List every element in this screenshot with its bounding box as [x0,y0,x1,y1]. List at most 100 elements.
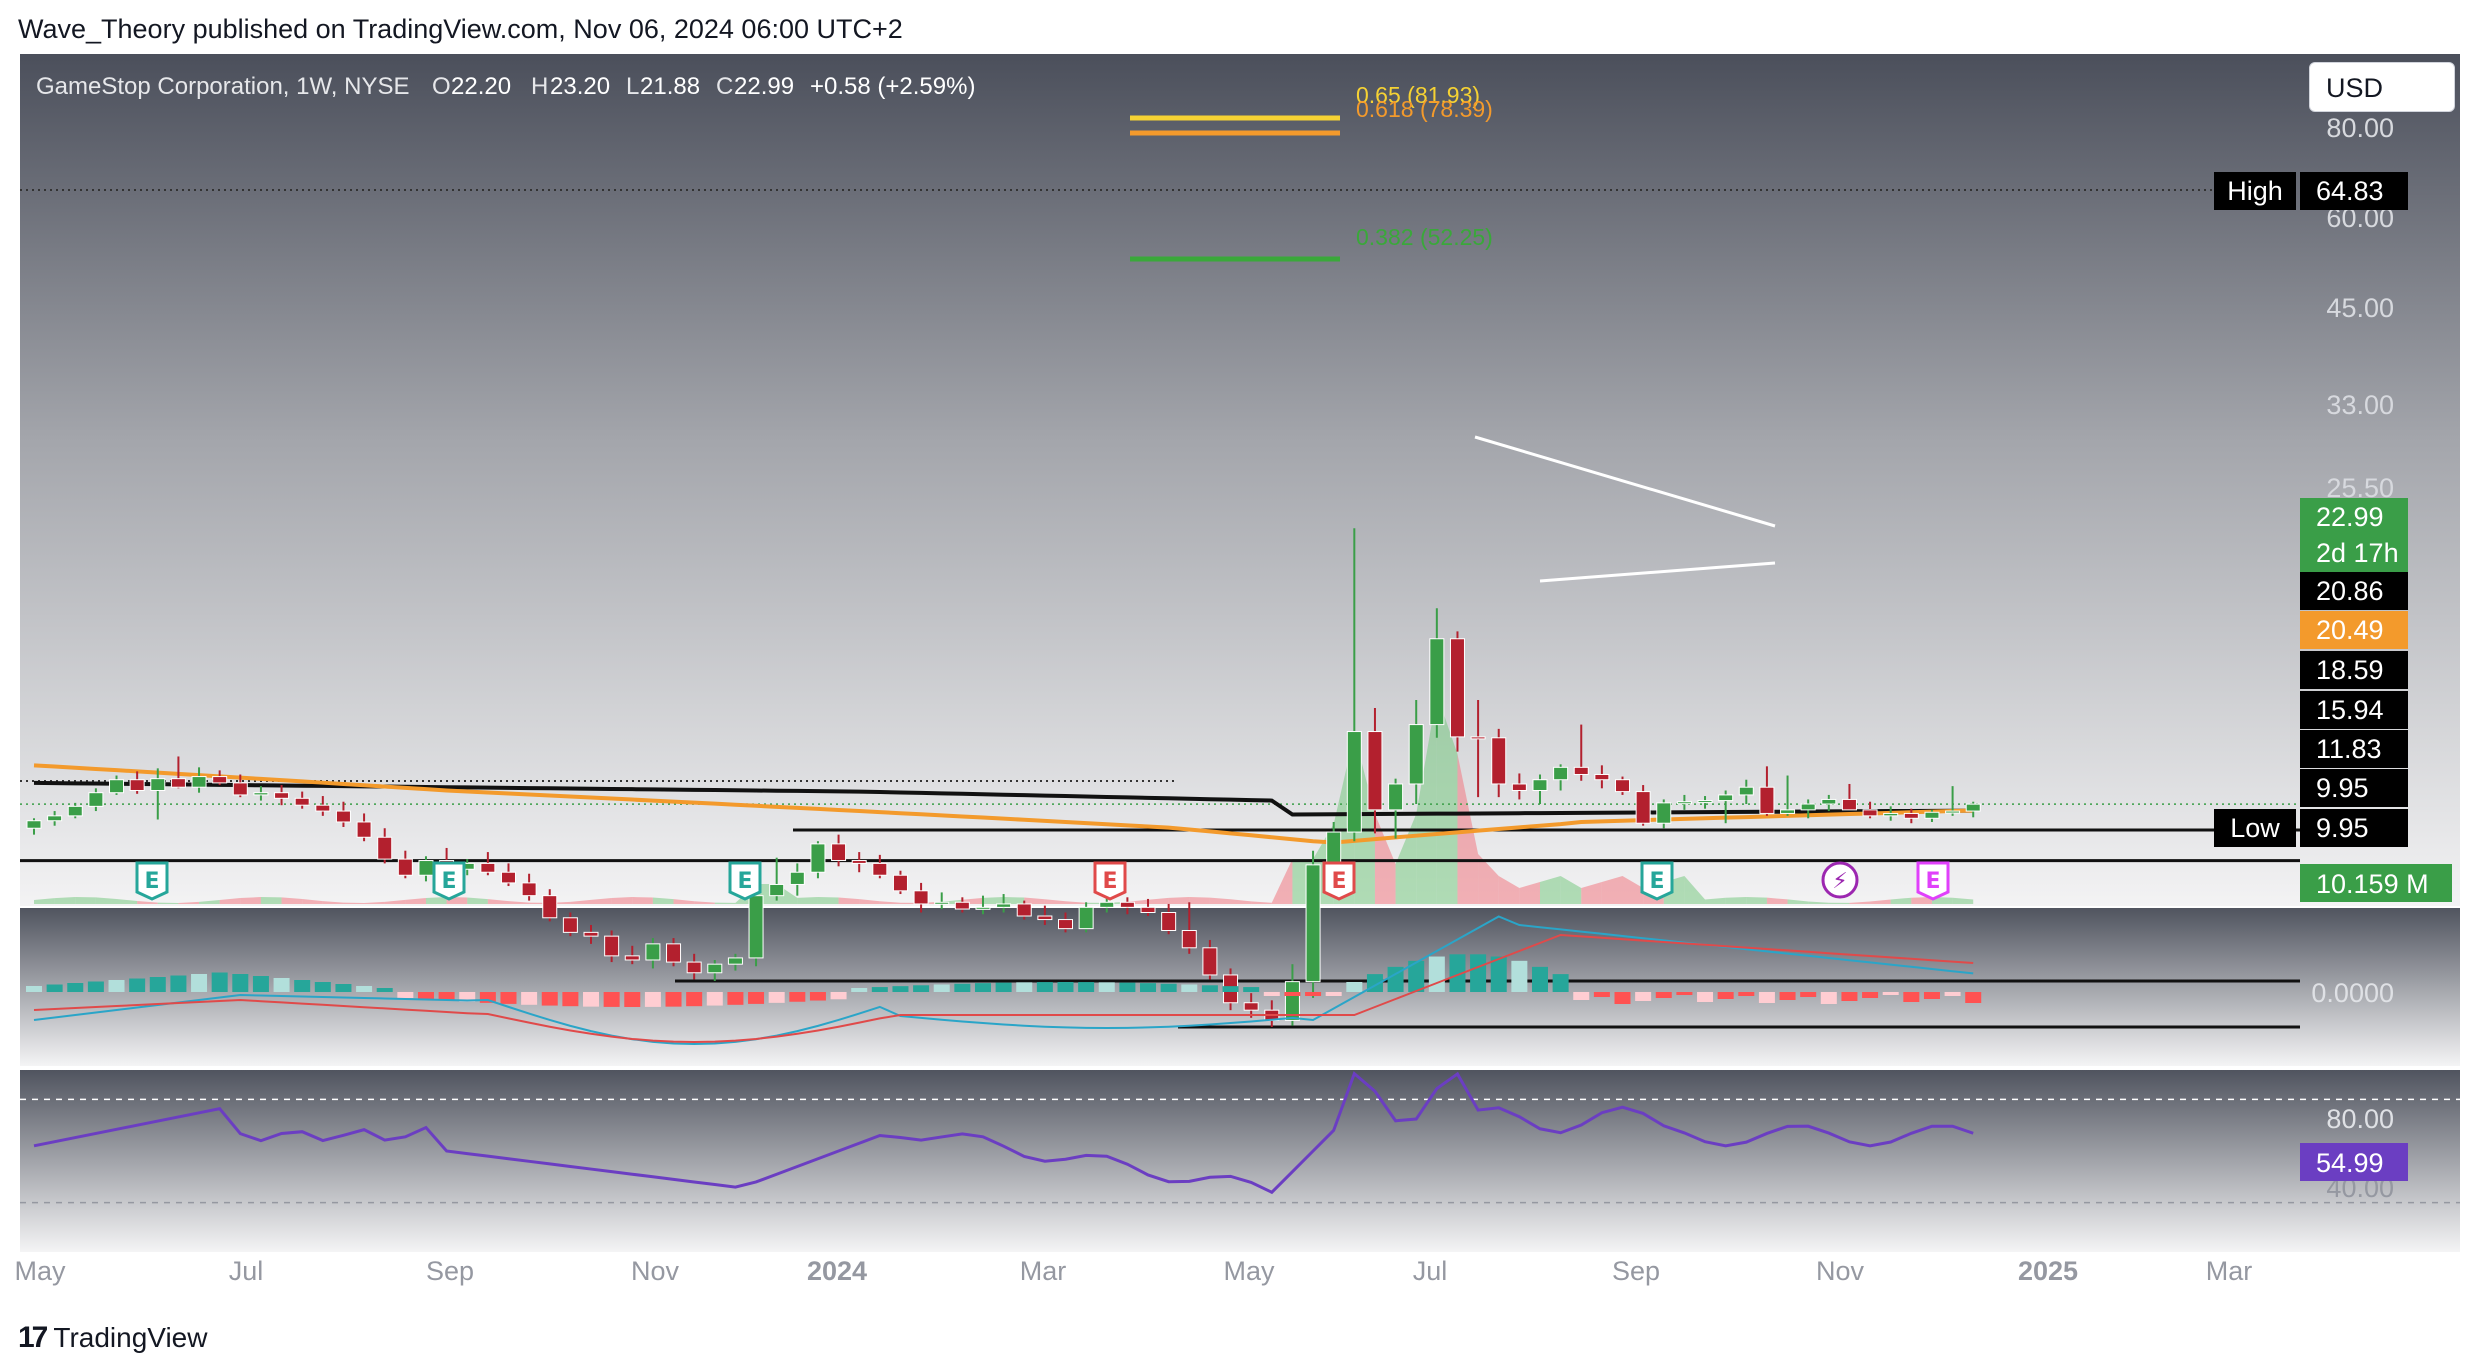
earnings-marker-label: E [737,869,752,894]
volume-area [54,897,76,904]
chart[interactable]: 0.65 (81.93)0.618 (78.39)0.382 (52.25) E… [0,0,2482,1372]
macd-histogram-bar [706,992,723,1006]
fib-level-label: 0.618 (78.39) [1356,96,1493,122]
macd-histogram-bar [871,987,888,992]
candle-body [1326,831,1342,866]
x-axis-label: Sep [426,1256,474,1286]
candle-body [1738,786,1754,796]
high-badge: High 64.83 [2214,172,2408,210]
candle-body [521,882,537,897]
macd-pane-bg [20,908,2460,1066]
candle-body [26,820,42,829]
badge-sub: 2d 17h [2316,538,2399,568]
macd-histogram-bar [1098,982,1115,992]
currency-button[interactable]: USD [2309,62,2455,112]
x-axis-label: Jul [1413,1256,1448,1286]
macd-histogram-bar [1965,992,1982,1003]
volume-area [1746,897,1767,904]
macd-histogram-bar [294,980,311,992]
macd-histogram-bar [1573,992,1590,1000]
macd-histogram-bar [809,992,826,1001]
candle-body [335,810,351,823]
volume-area [714,902,736,904]
candle-body [1305,864,1321,983]
volume-area [797,897,818,904]
macd-histogram-bar [1036,982,1053,992]
volume-area [1189,897,1210,904]
macd-histogram-bar [1841,992,1858,1001]
candle-body [831,843,847,862]
macd-histogram-bar [954,983,971,992]
macd-histogram-bar [1635,992,1652,1001]
candle-body [851,860,867,864]
volume-area [1003,897,1025,904]
ohlc-c-value: 22.99 [734,73,794,100]
macd-histogram-bar [1243,987,1260,992]
macd-histogram-bar [1614,992,1631,1004]
macd-histogram-bar [1057,982,1074,992]
macd-histogram-bar [1676,992,1693,995]
macd-histogram-bar [583,992,600,1007]
macd-histogram-bar [851,988,868,992]
candle-body [1573,766,1589,775]
candle-body [1429,638,1445,726]
candle-body [872,862,888,876]
macd-histogram-bar [1738,992,1755,996]
candle-body [1965,803,1981,812]
rsi-pane-bg [20,1070,2460,1252]
macd-histogram-bar [1820,992,1837,1004]
candle-body [707,963,723,974]
volume-area [817,897,839,904]
macd-histogram-bar [727,992,744,1005]
macd-histogram-bar [211,972,228,992]
y-axis-tick: 80.00 [2326,113,2394,143]
candle-body [892,874,908,892]
candle-body [748,895,764,959]
candle-body [377,836,393,860]
macd-histogram-bar [830,992,847,1000]
macd-histogram-bar [252,976,269,992]
candle-body [1800,803,1816,811]
macd-histogram-bar [1862,992,1879,998]
earnings-marker-label: ⚡ [1832,869,1847,894]
macd-histogram-bar [1511,960,1528,992]
earnings-marker-label: E [441,869,456,894]
candle-body [129,779,145,791]
volume-area [1828,902,1850,904]
macd-histogram-bar [1201,985,1218,992]
volume-area [240,897,261,904]
y-axis-tick: 45.00 [2326,293,2394,323]
badge-value: 64.83 [2316,176,2384,206]
volume-area [611,897,633,904]
candle-body [1903,812,1919,819]
x-axis-label: 2025 [2018,1256,2078,1286]
candle-body [418,860,434,876]
volume-badge: 10.159 M [2300,864,2452,902]
macd-histogram-bar [356,986,373,992]
candle-body [294,797,310,806]
candle-body [397,858,413,876]
macd-histogram-bar [1016,982,1033,992]
macd-histogram-bar [397,992,414,998]
level-badge: 20.86 [2300,572,2408,610]
brand-footer[interactable]: 17 TradingView [18,1318,207,1358]
candle-body [1594,773,1610,781]
macd-histogram-bar [335,984,352,992]
macd-histogram-bar [1078,982,1095,992]
candle-body [1119,901,1135,908]
earnings-marker-label: E [1649,869,1664,894]
badge-label: Low [2230,813,2280,843]
candle-body [562,917,578,933]
level-badge: 15.94 [2300,691,2408,729]
candle-body [500,871,516,884]
macd-histogram-bar [1346,982,1363,992]
macd-histogram-bar [1593,992,1610,997]
macd-histogram-bar [768,992,785,1003]
candle-body [1635,791,1651,824]
volume-area [1725,897,1747,904]
candle-body [624,955,640,961]
level-badge: 11.83 [2300,730,2408,768]
candle-body [253,792,269,796]
candle-body [480,862,496,873]
macd-histogram-bar [1305,992,1322,996]
